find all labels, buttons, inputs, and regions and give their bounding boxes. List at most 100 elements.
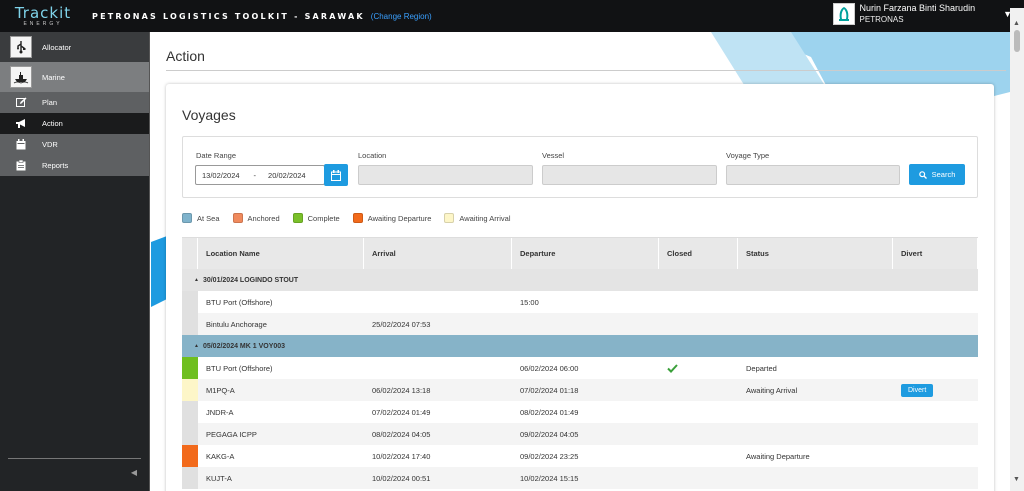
legend-label: Complete bbox=[307, 213, 340, 223]
scroll-up-icon[interactable]: ▲ bbox=[1013, 20, 1020, 27]
sidebar-divider bbox=[8, 458, 141, 459]
change-region-link[interactable]: (Change Region) bbox=[371, 12, 432, 21]
legend-item: At Sea bbox=[182, 213, 220, 223]
location-cell: KAKG-A bbox=[206, 451, 235, 461]
divert-cell bbox=[893, 467, 978, 489]
status-cell bbox=[738, 313, 893, 335]
departure-cell: 08/02/2024 01:49 bbox=[520, 407, 579, 417]
sidebar-item-label: VDR bbox=[42, 140, 58, 149]
app-title: PETRONAS LOGISTICS TOOLKIT - SARAWAK bbox=[92, 11, 365, 21]
legend-item: Anchored bbox=[232, 213, 280, 223]
title-divider bbox=[166, 70, 1006, 71]
column-header-closed[interactable]: Closed bbox=[659, 238, 738, 269]
sidebar-item-label: Marine bbox=[42, 72, 65, 82]
date-range-field[interactable]: 13/02/2024 - 20/02/2024 bbox=[195, 165, 325, 185]
departure-cell: 06/02/2024 06:00 bbox=[520, 363, 579, 373]
user-organization: PETRONAS bbox=[859, 15, 904, 24]
legend-swatch bbox=[444, 213, 455, 223]
departure-cell bbox=[512, 313, 659, 335]
status-indicator bbox=[182, 357, 198, 379]
ship-icon bbox=[10, 66, 32, 88]
column-header-location[interactable]: Location Name bbox=[198, 238, 364, 269]
date-separator: - bbox=[253, 170, 257, 180]
user-menu[interactable]: Nurin Farzana Binti Sharudin PETRONAS ▼ bbox=[832, 3, 1012, 25]
closed-cell bbox=[659, 401, 738, 423]
status-cell bbox=[738, 467, 893, 489]
column-header-arrival[interactable]: Arrival bbox=[364, 238, 512, 269]
table-row[interactable]: Bintulu Anchorage 25/02/2024 07:53 bbox=[182, 313, 978, 335]
divert-cell bbox=[893, 401, 978, 423]
column-header-status[interactable]: Status bbox=[738, 238, 893, 269]
status-indicator bbox=[182, 445, 198, 467]
trackit-logo[interactable]: Trackit ENERGY bbox=[0, 0, 86, 32]
collapse-group-icon[interactable]: ▲ bbox=[194, 277, 199, 283]
divert-cell bbox=[893, 313, 978, 335]
sidebar-item-plan[interactable]: Plan bbox=[0, 92, 149, 113]
calendar-button[interactable] bbox=[324, 164, 348, 186]
divert-button[interactable]: Divert bbox=[901, 383, 934, 397]
closed-cell bbox=[659, 445, 738, 467]
table-row[interactable]: JNDR-A 07/02/2024 01:49 08/02/2024 01:49 bbox=[182, 401, 978, 423]
status-indicator bbox=[182, 467, 198, 489]
sidebar-item-marine[interactable]: Marine bbox=[0, 62, 149, 92]
card-title: Voyages bbox=[182, 107, 236, 123]
column-header-divert[interactable]: Divert bbox=[893, 238, 978, 269]
search-button[interactable]: Search bbox=[909, 164, 965, 185]
status-indicator bbox=[182, 313, 198, 335]
collapse-sidebar-icon[interactable]: ◀ bbox=[131, 468, 137, 477]
arrival-cell: 06/02/2024 13:18 bbox=[372, 385, 431, 395]
location-cell: M1PQ-A bbox=[206, 385, 235, 395]
table-row[interactable]: KUJT-A 10/02/2024 00:51 10/02/2024 15:15 bbox=[182, 467, 978, 489]
user-name: Nurin Farzana Binti Sharudin bbox=[859, 3, 976, 13]
sidebar: Allocator Marine Plan Action VDR Reports… bbox=[0, 32, 150, 491]
location-cell: PEGAGA ICPP bbox=[206, 429, 257, 439]
arrival-cell: 10/02/2024 00:51 bbox=[372, 473, 431, 483]
voyage-type-field[interactable] bbox=[726, 165, 900, 185]
departure-cell: 07/02/2024 01:18 bbox=[520, 385, 579, 395]
departure-cell: 09/02/2024 23:25 bbox=[520, 451, 579, 461]
table-row[interactable]: PEGAGA ICPP 08/02/2024 04:05 09/02/2024 04… bbox=[182, 423, 978, 445]
table-row[interactable]: BTU Port (Offshore) 15:00 bbox=[182, 291, 978, 313]
departure-cell: 15:00 bbox=[520, 297, 539, 307]
sidebar-item-action[interactable]: Action bbox=[0, 113, 149, 134]
voyage-group-header[interactable]: ▲ 05/02/2024 MK 1 VOY003 bbox=[182, 335, 978, 357]
page-scrollbar[interactable]: ▲ ▼ bbox=[1010, 8, 1024, 491]
voyage-group-header[interactable]: ▲ 30/01/2024 LOGINDO STOUT bbox=[182, 269, 978, 291]
vessel-field[interactable] bbox=[542, 165, 717, 185]
table-row[interactable]: BTU Port (Offshore) 06/02/2024 06:00 Depar… bbox=[182, 357, 978, 379]
divert-cell bbox=[893, 291, 978, 313]
table-row[interactable]: M1PQ-A 06/02/2024 13:18 07/02/2024 01:18 Aw… bbox=[182, 379, 978, 401]
scroll-thumb[interactable] bbox=[1014, 30, 1020, 52]
legend-swatch bbox=[292, 213, 303, 223]
status-cell bbox=[738, 291, 893, 313]
legend-item: Awaiting Departure bbox=[352, 213, 432, 223]
petronas-logo-icon bbox=[832, 3, 855, 25]
top-bar: Trackit ENERGY PETRONAS LOGISTICS TOOLKI… bbox=[0, 0, 1024, 32]
column-header-departure[interactable]: Departure bbox=[512, 238, 659, 269]
status-cell: Departed bbox=[746, 363, 777, 373]
sidebar-item-allocator[interactable]: Allocator bbox=[0, 32, 149, 62]
divert-cell: Divert bbox=[893, 379, 978, 401]
sidebar-item-reports[interactable]: Reports bbox=[0, 155, 149, 176]
arrival-cell: 10/02/2024 17:40 bbox=[372, 451, 431, 461]
collapse-group-icon[interactable]: ▲ bbox=[194, 343, 199, 349]
location-label: Location bbox=[358, 151, 387, 160]
scroll-down-icon[interactable]: ▼ bbox=[1013, 476, 1020, 483]
location-field[interactable] bbox=[358, 165, 533, 185]
usb-icon bbox=[10, 36, 32, 58]
location-cell: BTU Port (Offshore) bbox=[206, 363, 273, 373]
arrival-cell bbox=[364, 291, 512, 313]
departure-cell: 09/02/2024 04:05 bbox=[520, 429, 579, 439]
legend-swatch bbox=[182, 213, 192, 223]
closed-cell bbox=[659, 291, 738, 313]
sidebar-item-vdr[interactable]: VDR bbox=[0, 134, 149, 155]
table-body: ▲ 30/01/2024 LOGINDO STOUT BTU Port (Offsh… bbox=[182, 269, 978, 489]
legend-label: Anchored bbox=[247, 213, 280, 223]
status-indicator bbox=[182, 379, 198, 401]
filter-panel: Date Range 13/02/2024 - 20/02/2024 Locat… bbox=[182, 136, 978, 198]
divert-cell bbox=[893, 445, 978, 467]
table-row[interactable]: KAKG-A 10/02/2024 17:40 09/02/2024 23:25 Aw… bbox=[182, 445, 978, 467]
voyage-type-label: Voyage Type bbox=[726, 151, 770, 160]
legend-label: Awaiting Departure bbox=[367, 213, 432, 223]
date-to: 20/02/2024 bbox=[268, 170, 306, 180]
